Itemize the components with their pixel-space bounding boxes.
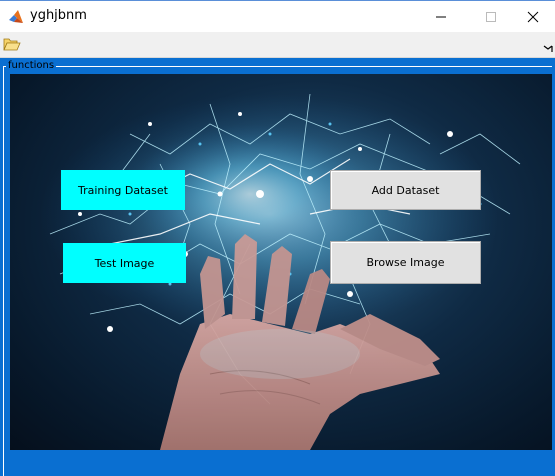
open-folder-icon[interactable] [3,36,21,52]
figure-window: yghjbnm functions Training Dataset Test … [0,0,555,476]
toolbar [0,32,555,58]
window-title: yghjbnm [30,8,87,23]
close-button[interactable] [510,1,555,32]
panel-border-left [3,66,4,476]
training-dataset-button[interactable]: Training Dataset [61,170,185,210]
minimize-icon [436,16,446,17]
maximize-icon [486,11,496,22]
panel-bottom-strip [10,450,555,476]
minimize-button[interactable] [418,1,464,32]
panel-border [3,66,552,67]
test-image-button[interactable]: Test Image [63,243,186,283]
panel-title: functions [6,60,57,72]
toolbar-overflow-icon[interactable] [543,39,553,52]
matlab-icon [8,9,24,25]
add-dataset-button[interactable]: Add Dataset [330,170,481,210]
close-icon [527,11,539,22]
browse-image-button[interactable]: Browse Image [330,241,481,284]
maximize-button[interactable] [468,1,514,32]
title-bar: yghjbnm [0,0,555,32]
